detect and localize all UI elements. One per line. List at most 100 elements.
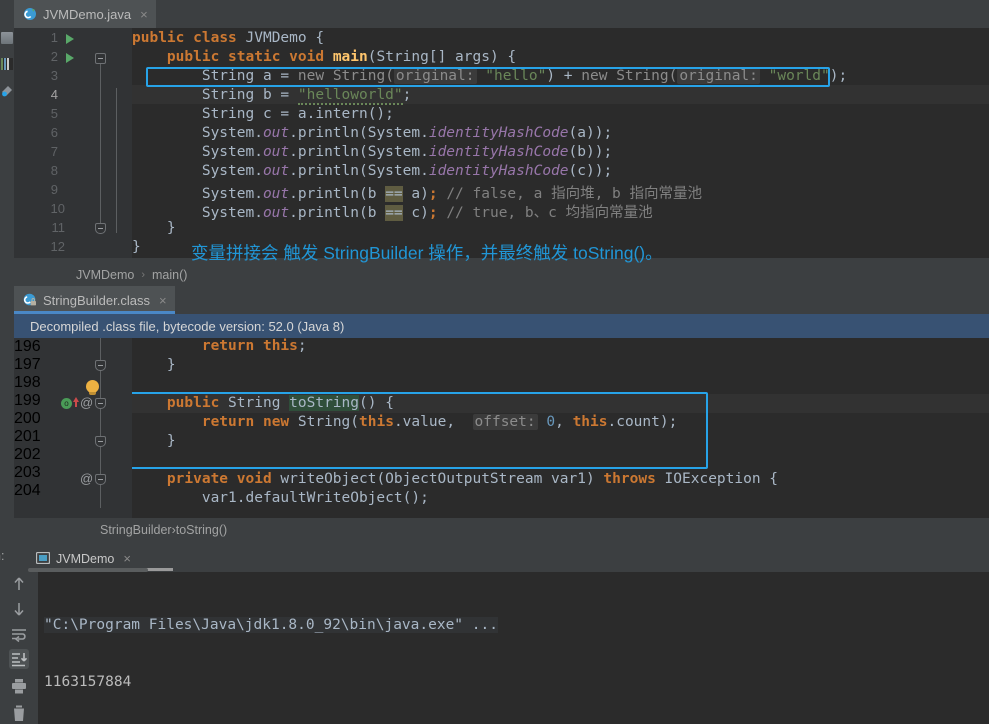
up-arrow-icon[interactable] (9, 574, 29, 594)
breadcrumb-editor1: JVMDemo › main() (14, 264, 989, 286)
project-tool-icon[interactable] (1, 32, 13, 44)
override-arrow-icon[interactable] (73, 397, 79, 407)
line-number: 3 (50, 68, 58, 83)
code-line: public String toString() { (166, 395, 394, 411)
fold-collapse-icon[interactable] (95, 53, 106, 64)
trash-icon[interactable] (9, 703, 29, 723)
run-gutter-icon[interactable] (66, 53, 74, 63)
line-number: 10 (50, 201, 65, 216)
run-tab-scrollbar[interactable] (28, 568, 148, 572)
editor-stringbuilder-class[interactable]: 196 197 198 199 200 201 202 203 204 o @ … (14, 338, 989, 518)
code-line: String a = new String(original: "hello")… (132, 68, 848, 84)
chevron-right-icon: › (141, 269, 146, 281)
fold-collapse-icon[interactable] (95, 436, 106, 447)
code-line: public class JVMDemo { (132, 30, 325, 46)
run-tab-label: JVMDemo (56, 551, 115, 566)
breadcrumb-item[interactable]: toString() (176, 523, 227, 537)
decompiled-class-icon (23, 293, 37, 307)
editor1-gutter[interactable]: 1 2 3 4 5 6 7 8 9 10 11 12 (14, 28, 132, 258)
structure-tool-icon[interactable] (1, 58, 13, 70)
run-console[interactable]: "C:\Program Files\Java\jdk1.8.0_92\bin\j… (0, 572, 989, 724)
line-number: 6 (50, 125, 58, 140)
annotation-icon[interactable]: @ (80, 395, 93, 410)
code-line: } (132, 239, 141, 255)
code-line: System.out.println(b == a); // false, a … (132, 186, 703, 202)
run-panel-label: n: (0, 549, 5, 563)
editor2-tab-bar: StringBuilder.class × (14, 286, 989, 314)
code-line: String b = "helloworld"; (132, 87, 412, 105)
run-gutter-icon[interactable] (66, 34, 74, 44)
close-icon[interactable]: × (123, 552, 131, 565)
line-number: 2 (50, 49, 58, 64)
line-number: 7 (50, 144, 58, 159)
code-line: return this; (201, 338, 307, 354)
code-line: public static void main(String[] args) { (166, 49, 517, 65)
console-line: "C:\Program Files\Java\jdk1.8.0_92\bin\j… (44, 616, 989, 635)
annotation-line-1: 变量拼接会 触发 StringBuilder 操作，并最终触发 toString… (191, 243, 663, 263)
code-line: String c = a.intern(); (132, 106, 394, 122)
print-icon[interactable] (9, 676, 29, 696)
line-number: 196 (14, 338, 41, 355)
line-number: 11 (51, 220, 66, 235)
override-icon[interactable]: o (61, 398, 72, 409)
code-line: } (132, 220, 176, 236)
code-line: return new String(this.value, offset: 0,… (201, 414, 678, 430)
line-number: 1 (50, 30, 58, 45)
left-tool-strip (0, 0, 14, 536)
tab-stringbuilder-class[interactable]: StringBuilder.class × (14, 286, 175, 314)
breadcrumb-item[interactable]: main() (152, 268, 187, 282)
console-command-line: "C:\Program Files\Java\jdk1.8.0_92\bin\j… (44, 617, 498, 633)
fold-region-line (100, 58, 101, 223)
breadcrumb-item[interactable]: JVMDemo (76, 268, 134, 282)
console-output: "C:\Program Files\Java\jdk1.8.0_92\bin\j… (44, 578, 989, 724)
editor2-code[interactable]: return this; } public String toString() … (132, 338, 989, 518)
decompiled-notice-text: Decompiled .class file, bytecode version… (30, 318, 345, 334)
line-number: 197 (14, 356, 41, 373)
run-tool-window-header: n: JVMDemo × (0, 545, 989, 572)
code-line: System.out.println(b == c); // true, b、c… (132, 205, 653, 221)
code-line: } (132, 433, 176, 449)
code-line: } (132, 357, 176, 373)
fold-collapse-icon[interactable] (95, 223, 106, 234)
java-class-icon (23, 7, 37, 21)
code-line: System.out.println(System.identityHashCo… (132, 163, 613, 179)
close-icon[interactable]: × (140, 8, 148, 21)
tab-jvmdemo-java[interactable]: JVMDemo.java × (14, 0, 156, 28)
idea-window: JVMDemo.java × 1 2 3 4 5 6 7 8 9 10 11 1… (0, 0, 989, 724)
down-arrow-icon[interactable] (9, 599, 29, 619)
console-toolbar (0, 572, 38, 724)
line-number: 9 (50, 182, 58, 197)
editor1-code[interactable]: public class JVMDemo { public static voi… (132, 28, 989, 258)
code-line: private void writeObject(ObjectOutputStr… (166, 471, 779, 487)
editor2-gutter[interactable]: 196 197 198 199 200 201 202 203 204 o @ … (14, 338, 132, 518)
tab-label: StringBuilder.class (43, 292, 150, 308)
tab-label: JVMDemo.java (43, 6, 132, 22)
line-number: 12 (50, 239, 65, 254)
line-number: 202 (14, 446, 41, 463)
line-number: 8 (50, 163, 58, 178)
fold-collapse-icon[interactable] (95, 398, 106, 409)
intention-bulb-icon[interactable] (86, 380, 99, 395)
scroll-to-end-icon[interactable] (9, 649, 29, 669)
code-line: System.out.println(System.identityHashCo… (132, 125, 613, 141)
line-number: 204 (14, 482, 41, 499)
code-line: var1.defaultWriteObject(); (132, 490, 429, 506)
line-number: 5 (50, 106, 58, 121)
console-line: 1163157884 (44, 674, 132, 690)
favorites-tool-icon[interactable] (1, 84, 13, 97)
indent-guide (116, 88, 117, 233)
breadcrumb-editor2: StringBuilder › toString() (14, 518, 989, 542)
editor-jvmdemo-java[interactable]: 1 2 3 4 5 6 7 8 9 10 11 12 public class … (14, 28, 989, 258)
line-number: 198 (14, 374, 41, 391)
close-icon[interactable]: × (159, 294, 167, 307)
fold-collapse-icon[interactable] (95, 474, 106, 485)
soft-wrap-icon[interactable] (9, 624, 29, 644)
line-number: 4 (50, 87, 58, 102)
line-number: 203 (14, 464, 41, 481)
fold-collapse-icon[interactable] (95, 360, 106, 371)
line-number: 200 (14, 410, 41, 427)
annotation-icon[interactable]: @ (80, 471, 93, 486)
decompiled-notice-banner: Decompiled .class file, bytecode version… (14, 314, 989, 338)
run-config-icon (35, 551, 51, 566)
breadcrumb-item[interactable]: StringBuilder (100, 523, 172, 537)
